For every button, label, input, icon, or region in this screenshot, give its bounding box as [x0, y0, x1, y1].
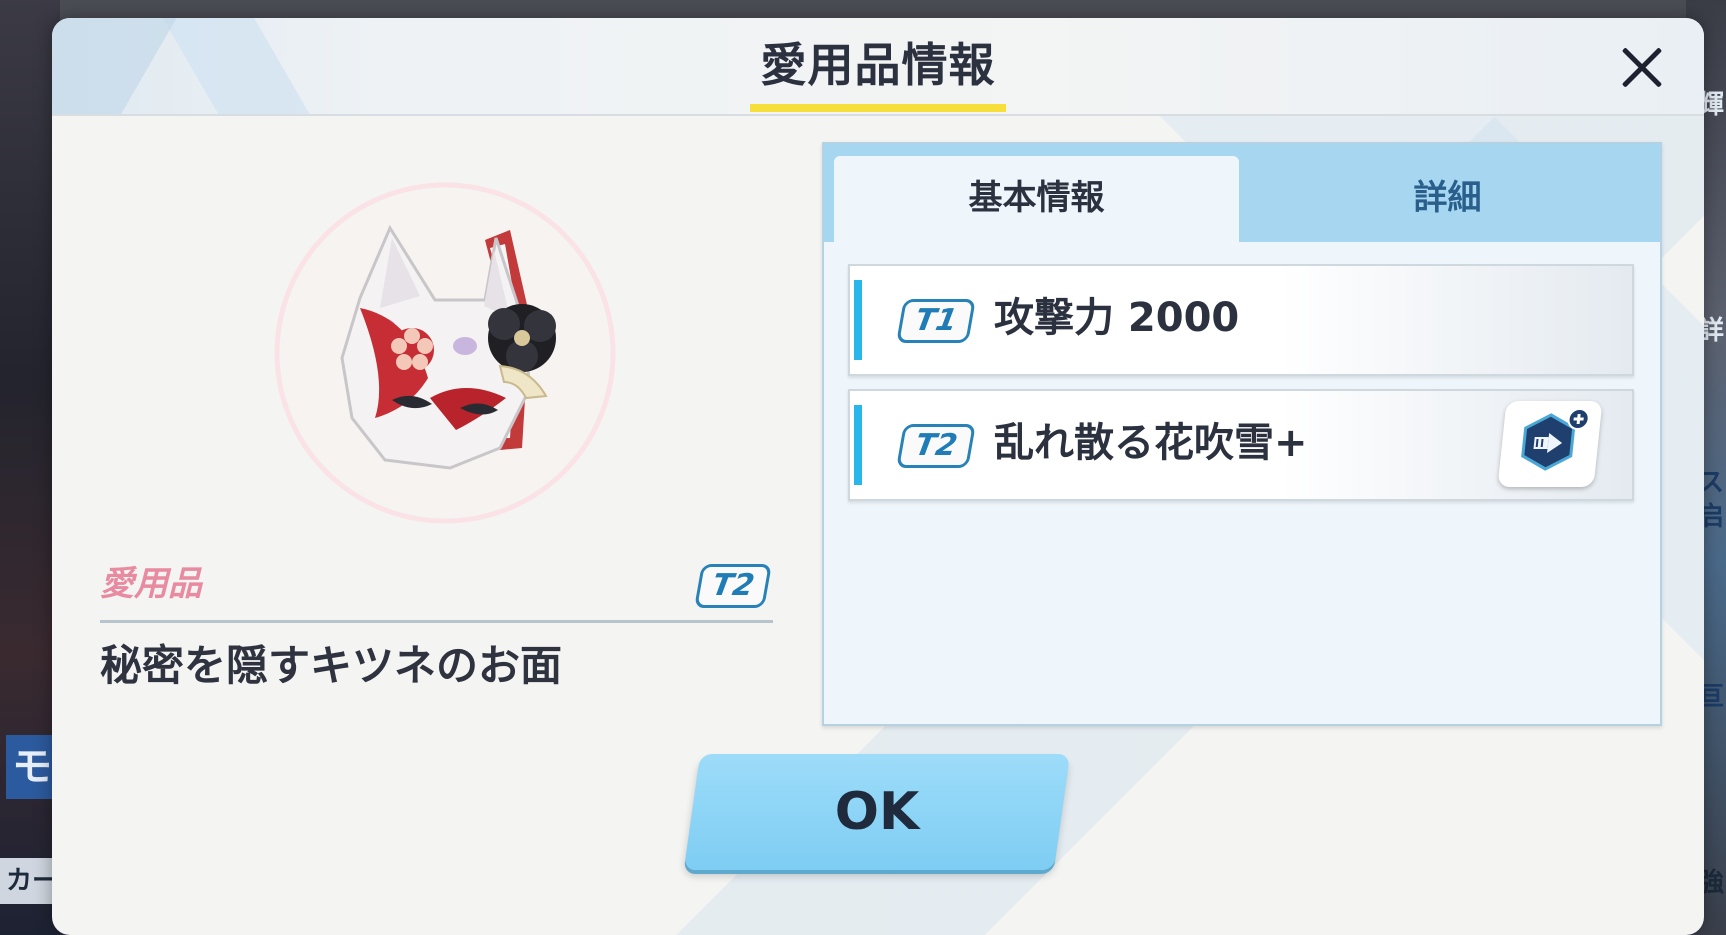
- info-panel: 基本情報 詳細 T1 攻撃力 2000 T2 乱れ散る花吹雪+: [822, 142, 1662, 726]
- effect-tier-badge: T1: [896, 299, 976, 343]
- tab-bar: 基本情報 詳細: [824, 144, 1660, 242]
- item-name: 秘密を隠すキツネのお面: [100, 641, 563, 690]
- ok-button-label: OK: [834, 782, 920, 842]
- ok-button[interactable]: OK: [683, 754, 1071, 870]
- row-accent-bar: [854, 405, 862, 485]
- close-button[interactable]: [1612, 38, 1672, 98]
- divider: [100, 620, 773, 623]
- effect-row: T2 乱れ散る花吹雪+: [848, 389, 1634, 501]
- dialog-title: 愛用品情報: [760, 38, 996, 92]
- kitsune-mask-icon: [260, 168, 630, 538]
- effect-text: 乱れ散る花吹雪+: [994, 420, 1308, 466]
- tab-details[interactable]: 詳細: [1245, 156, 1650, 242]
- effect-row: T1 攻撃力 2000: [848, 264, 1634, 376]
- dialog-header: 愛用品情報: [52, 18, 1704, 116]
- effect-tier-badge: T2: [896, 424, 976, 468]
- row-accent-bar: [854, 280, 862, 360]
- tab-basic-info[interactable]: 基本情報: [834, 156, 1239, 242]
- effect-text: 攻撃力 2000: [994, 295, 1240, 341]
- title-underline: [750, 104, 1006, 112]
- item-info-dialog: 愛用品情報 愛用品 T2 秘密を隠すキツネのお面 基本情報 詳細 T1 攻撃力 …: [52, 18, 1704, 935]
- skill-icon-button[interactable]: [1497, 401, 1603, 487]
- item-category-label: 愛用品: [100, 564, 202, 604]
- item-tier-badge: T2: [694, 564, 772, 608]
- background-left-label-1: モ: [6, 735, 58, 799]
- skill-upgrade-icon: [1497, 408, 1595, 491]
